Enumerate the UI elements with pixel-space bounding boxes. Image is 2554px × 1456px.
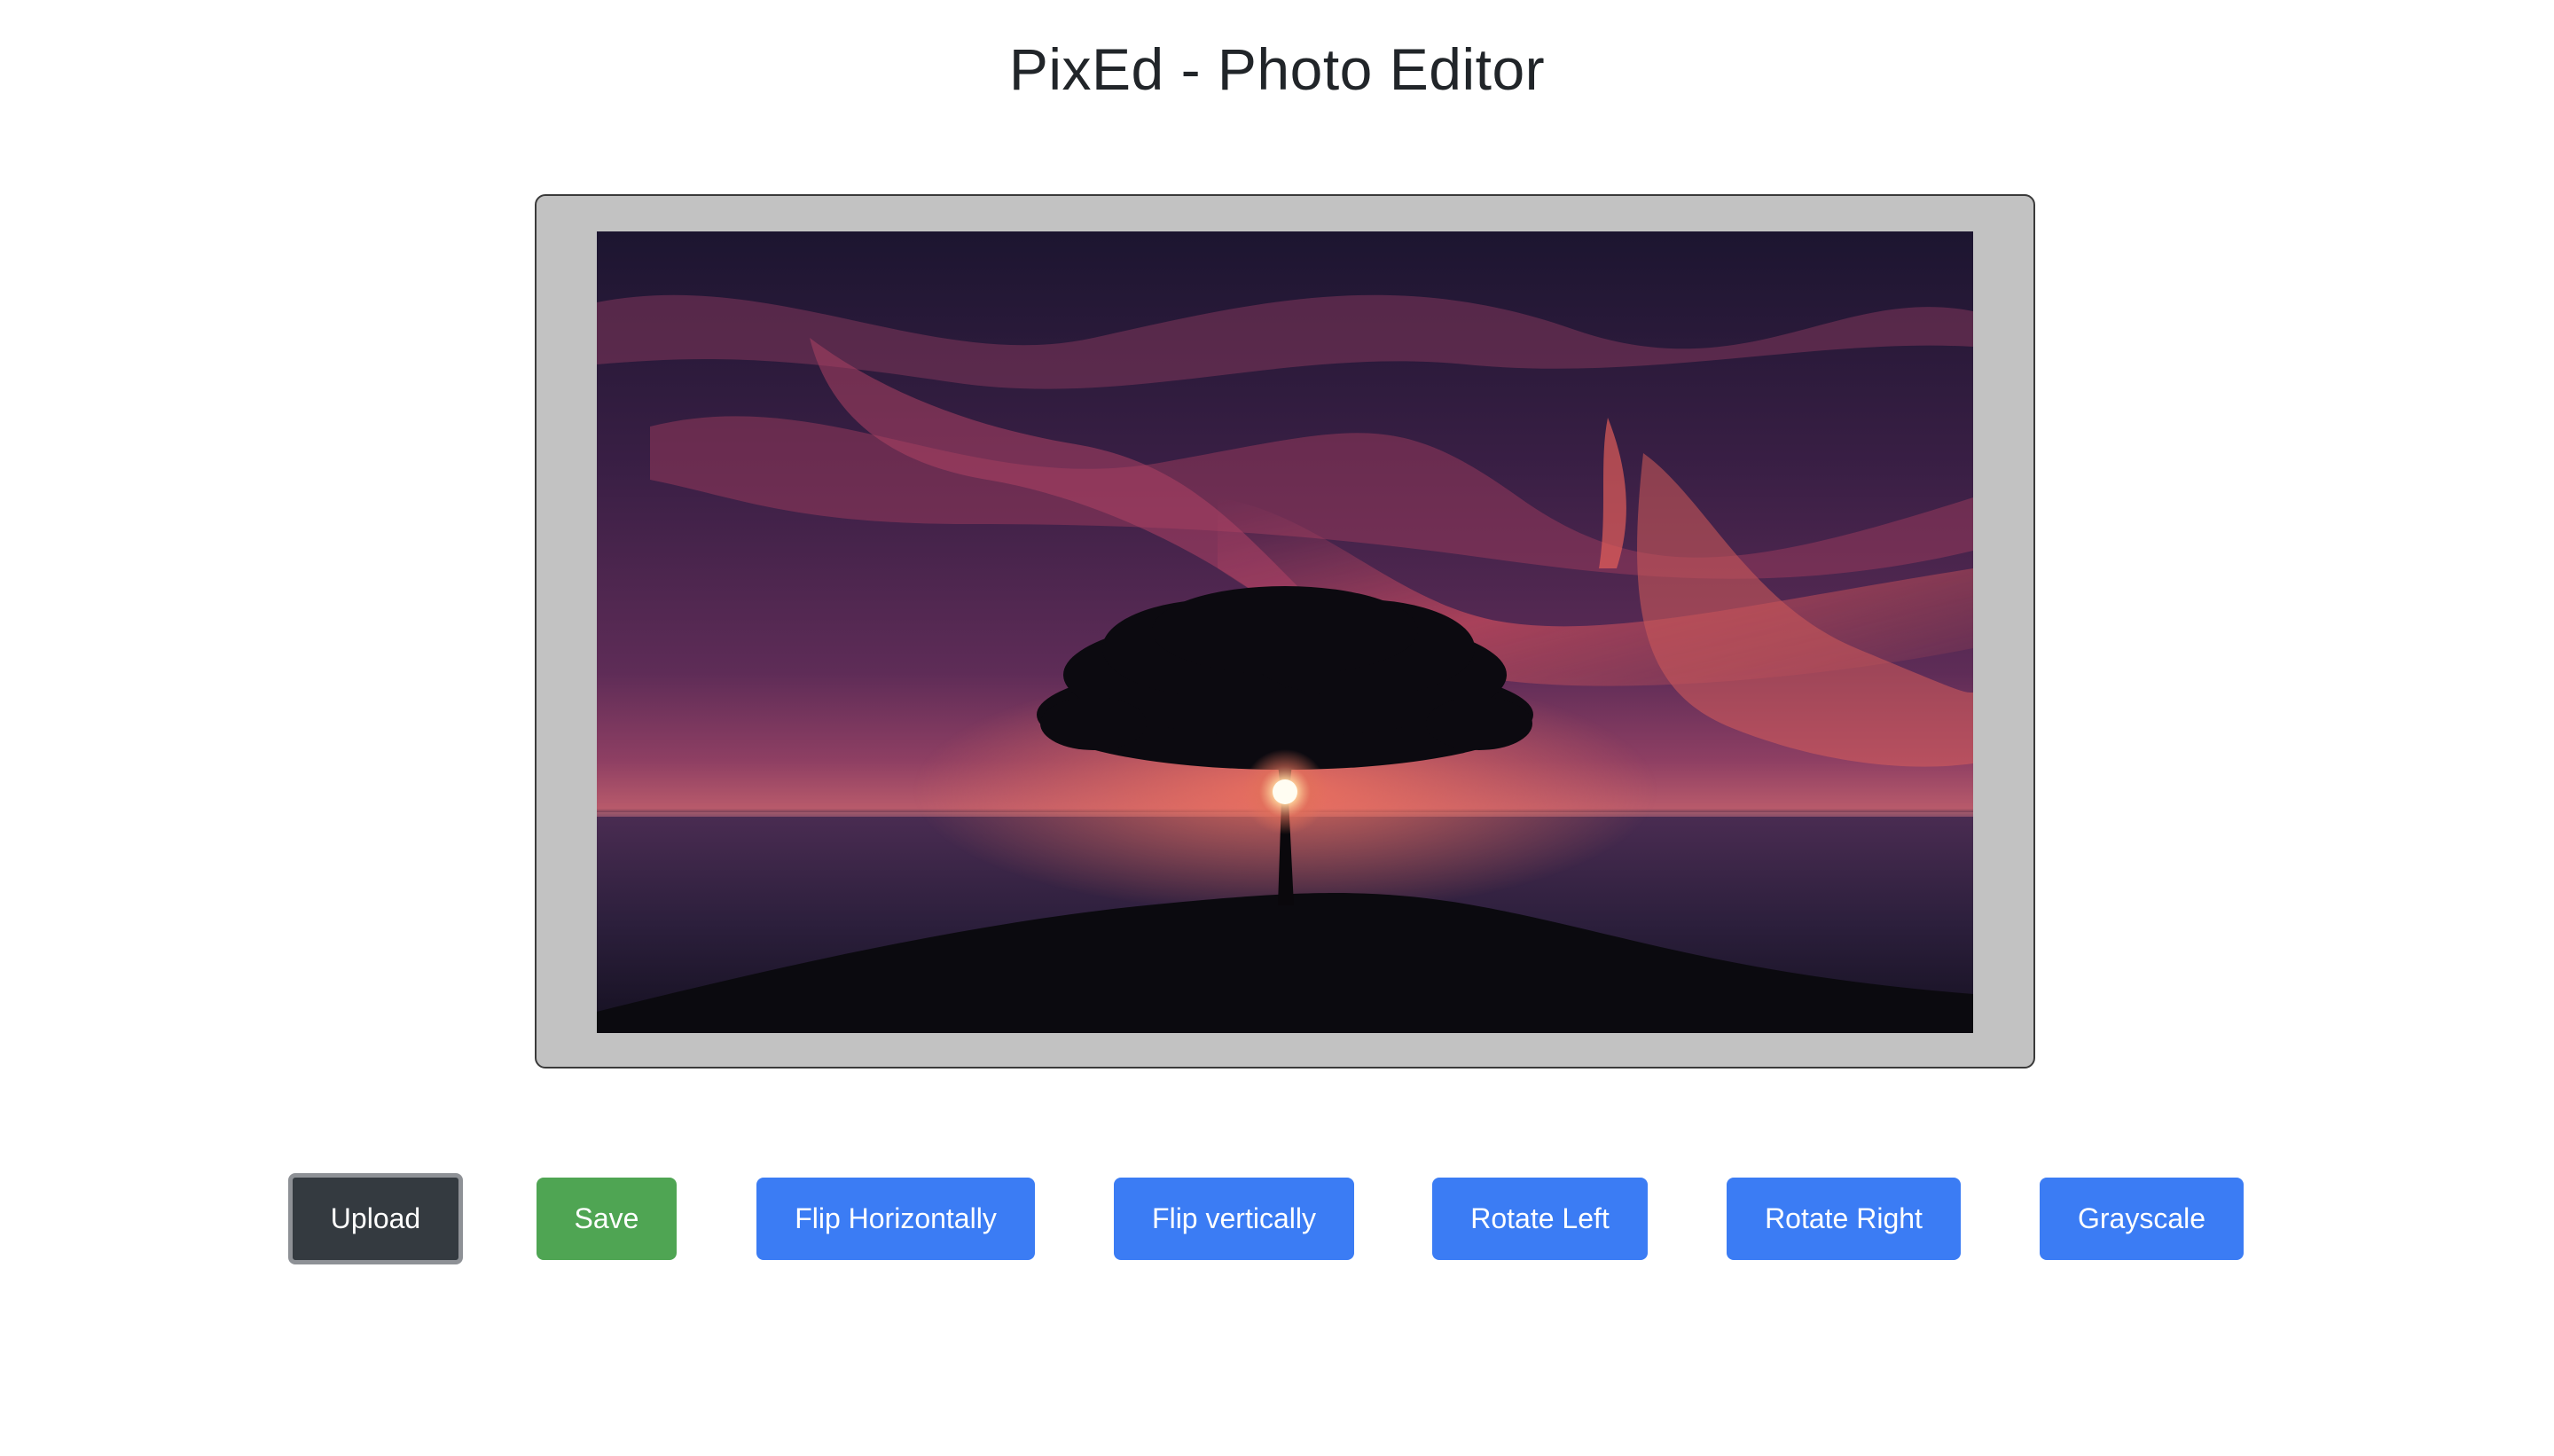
upload-button[interactable]: Upload — [288, 1173, 463, 1264]
flip-horizontal-button[interactable]: Flip Horizontally — [756, 1178, 1035, 1260]
rotate-left-button[interactable]: Rotate Left — [1432, 1178, 1648, 1260]
page-title: PixEd - Photo Editor — [1008, 36, 1546, 102]
grayscale-button[interactable]: Grayscale — [2040, 1178, 2244, 1260]
image-canvas-frame — [535, 194, 2035, 1069]
flip-vertical-button[interactable]: Flip vertically — [1114, 1178, 1354, 1260]
save-button[interactable]: Save — [537, 1178, 677, 1260]
photo-preview — [597, 231, 1973, 1033]
rotate-right-button[interactable]: Rotate Right — [1727, 1178, 1961, 1260]
